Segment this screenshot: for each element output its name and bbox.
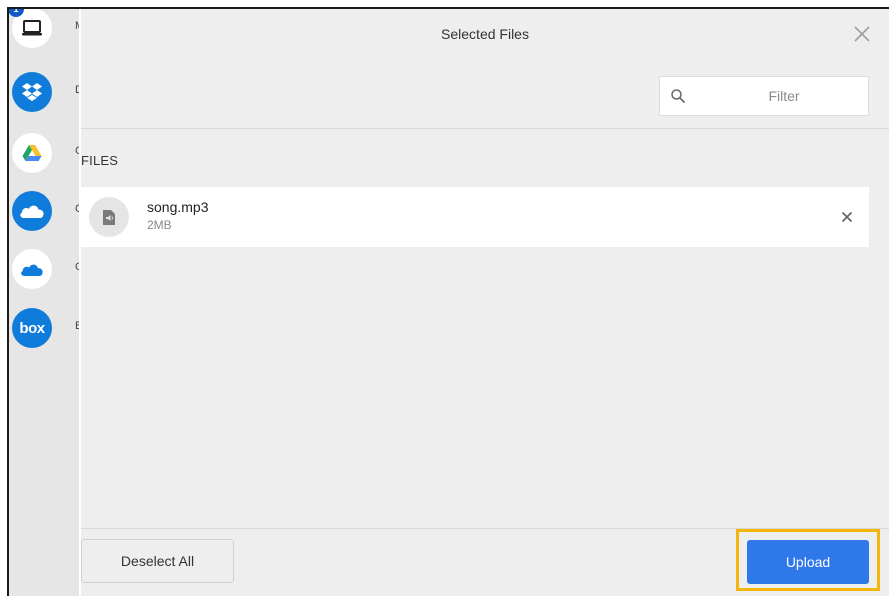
sidebar-item-label: Google Drive bbox=[75, 145, 79, 157]
filter-field[interactable] bbox=[659, 76, 869, 116]
box-logo-text: box bbox=[19, 319, 45, 337]
sidebar-item-label: OneDrive bbox=[75, 203, 79, 215]
sidebar-item-box[interactable]: box Box bbox=[9, 300, 79, 358]
google-drive-icon bbox=[12, 133, 52, 173]
box-icon: box bbox=[12, 308, 52, 348]
sidebar-item-google-drive[interactable]: Google Drive bbox=[9, 125, 79, 183]
source-sidebar: 1 My Device Dropbox bbox=[9, 9, 79, 596]
laptop-icon: 1 bbox=[9, 9, 52, 48]
panel-header: Selected Files bbox=[81, 9, 889, 61]
sidebar-item-label: My Device bbox=[75, 20, 79, 32]
divider bbox=[81, 128, 889, 129]
onedrive-icon bbox=[12, 191, 52, 231]
filter-input[interactable] bbox=[700, 77, 868, 115]
sidebar-item-label: Box bbox=[75, 320, 79, 332]
file-size: 2MB bbox=[147, 218, 172, 232]
sidebar-item-dropbox[interactable]: Dropbox bbox=[9, 64, 79, 122]
file-list-item[interactable]: song.mp3 2MB bbox=[81, 187, 869, 247]
panel-footer: Deselect All Upload bbox=[81, 528, 889, 596]
upload-button[interactable]: Upload bbox=[747, 540, 869, 584]
remove-file-icon[interactable] bbox=[839, 209, 855, 225]
onedrive-business-icon bbox=[12, 249, 52, 289]
selected-files-panel: Selected Files FILES bbox=[81, 9, 889, 596]
notification-badge: 1 bbox=[9, 9, 24, 17]
sidebar-item-onedrive[interactable]: OneDrive bbox=[9, 183, 79, 241]
sidebar-item-onedrive-business[interactable]: OneDrive Business bbox=[9, 241, 79, 299]
dropbox-icon bbox=[12, 72, 52, 112]
file-picker-window: 1 My Device Dropbox bbox=[7, 7, 889, 596]
sidebar-item-label: OneDrive Business bbox=[75, 261, 79, 273]
close-button[interactable] bbox=[851, 23, 873, 45]
sidebar-item-label: Dropbox bbox=[75, 84, 79, 96]
sidebar-item-my-device[interactable]: 1 My Device bbox=[9, 9, 79, 58]
panel-title: Selected Files bbox=[441, 26, 529, 42]
file-name: song.mp3 bbox=[147, 199, 209, 215]
deselect-all-button[interactable]: Deselect All bbox=[81, 539, 234, 583]
search-icon bbox=[671, 89, 686, 104]
audio-file-icon bbox=[89, 197, 129, 237]
close-icon bbox=[854, 26, 870, 42]
files-section-label: FILES bbox=[81, 153, 119, 168]
